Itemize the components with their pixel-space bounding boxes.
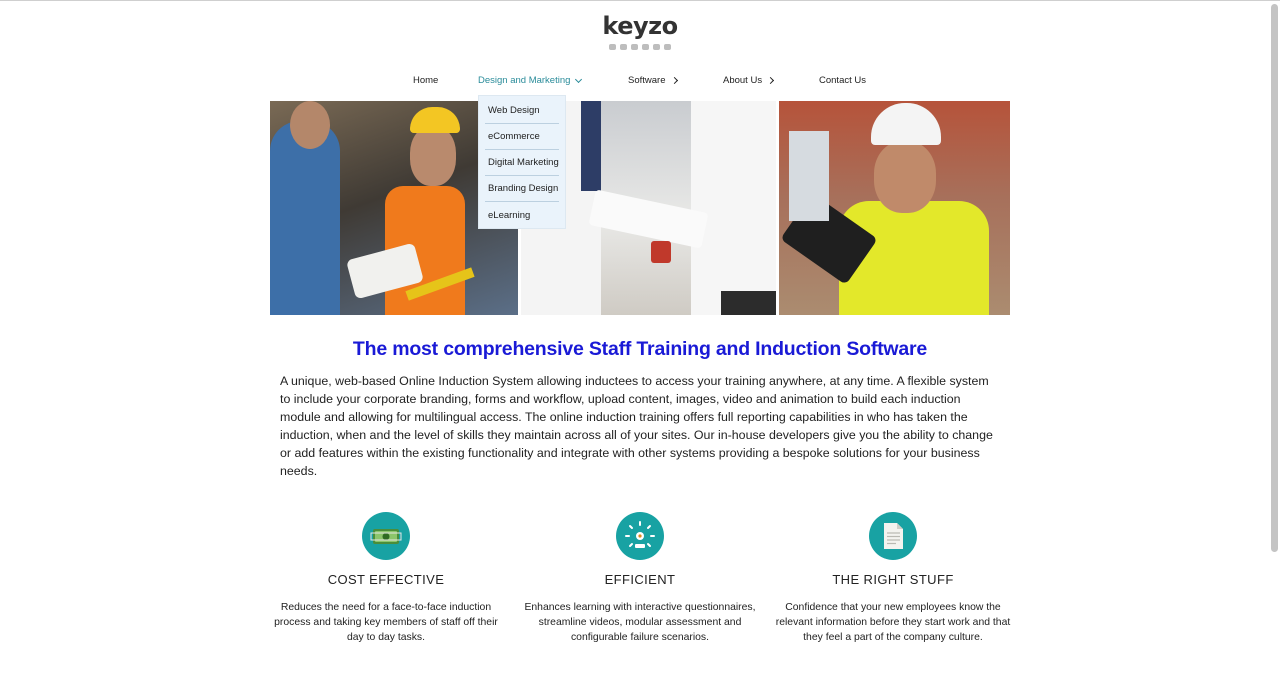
feature-description: Confidence that your new employees know … <box>775 602 1011 643</box>
dropdown-item-digital-marketing[interactable]: Digital Marketing <box>485 150 559 176</box>
nav-home-label: Home <box>413 75 439 86</box>
nav-contact-label: Contact Us <box>819 75 866 86</box>
chevron-right-icon <box>670 76 678 85</box>
feature-title: COST EFFECTIVE <box>327 572 445 587</box>
main-navigation: Home Design and Marketing Software About… <box>0 75 1280 89</box>
cart-icon <box>631 44 638 50</box>
heart-icon <box>609 44 616 50</box>
site-logo[interactable]: keyzo <box>0 12 1280 50</box>
nav-design-marketing[interactable]: Design and Marketing <box>478 75 583 86</box>
feature-cost-effective: COST EFFECTIVE Reduces the need for a fa… <box>266 512 506 645</box>
circle-icon <box>620 44 627 50</box>
house-icon <box>664 44 671 50</box>
gear-icon <box>642 44 649 50</box>
dropdown-item-elearning[interactable]: eLearning <box>485 202 559 228</box>
money-icon <box>362 512 410 560</box>
feature-title: EFFICIENT <box>604 572 676 587</box>
speedometer-icon <box>616 512 664 560</box>
feature-right-stuff: THE RIGHT STUFF Confidence that your new… <box>773 512 1013 645</box>
dropdown-item-web-design[interactable]: Web Design <box>485 98 559 124</box>
pencil-icon <box>653 44 660 50</box>
feature-title: THE RIGHT STUFF <box>832 572 954 587</box>
nav-software-label: Software <box>628 75 666 86</box>
nav-contact[interactable]: Contact Us <box>819 75 866 86</box>
page-headline: The most comprehensive Staff Training an… <box>352 338 928 360</box>
feature-description: Reduces the need for a face-to-face indu… <box>274 602 498 643</box>
design-marketing-dropdown: Web Design eCommerce Digital Marketing B… <box>478 95 566 229</box>
feature-description: Enhances learning with interactive quest… <box>524 602 756 643</box>
dropdown-item-ecommerce[interactable]: eCommerce <box>485 124 559 150</box>
feature-efficient: EFFICIENT Enhances learning with interac… <box>520 512 760 645</box>
nav-about-label: About Us <box>723 75 763 86</box>
nav-design-marketing-label: Design and Marketing <box>478 75 571 86</box>
logo-text: keyzo <box>602 12 678 40</box>
nav-home[interactable]: Home <box>413 75 438 86</box>
document-icon <box>869 512 917 560</box>
intro-paragraph: A unique, web-based Online Induction Sys… <box>280 374 993 478</box>
nav-about[interactable]: About Us <box>723 75 775 86</box>
dropdown-item-branding-design[interactable]: Branding Design <box>485 176 559 202</box>
hero-banner <box>270 101 1010 315</box>
hero-image-worker-with-tablet <box>779 101 1010 315</box>
logo-icon-strip <box>0 44 1280 50</box>
chevron-right-icon <box>767 76 775 85</box>
nav-software[interactable]: Software <box>628 75 678 86</box>
chevron-down-icon <box>575 75 583 83</box>
